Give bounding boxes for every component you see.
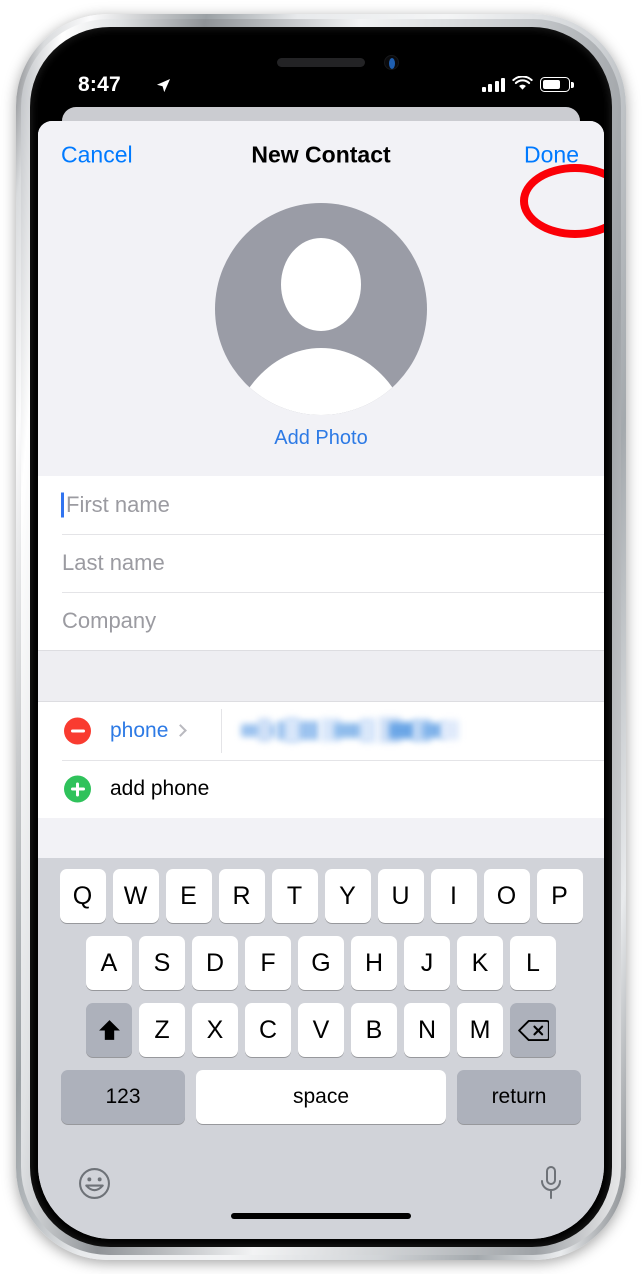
add-photo-button[interactable]: Add Photo xyxy=(274,427,367,450)
battery-icon xyxy=(540,76,574,92)
key-b[interactable]: B xyxy=(351,1003,397,1057)
key-l[interactable]: L xyxy=(510,936,556,990)
navigation-bar: Cancel New Contact Done xyxy=(38,121,604,189)
keyboard-row-4: 123 space return xyxy=(38,1070,604,1124)
add-phone-label: add phone xyxy=(110,777,210,800)
keyboard-row-1: Q W E R T Y U I O P xyxy=(38,869,604,923)
field-divider xyxy=(221,709,222,753)
key-t[interactable]: T xyxy=(271,869,318,923)
key-z[interactable]: Z xyxy=(139,1003,185,1057)
text-cursor xyxy=(61,492,64,518)
photo-section: Add Photo xyxy=(38,203,604,476)
key-f[interactable]: F xyxy=(245,936,291,990)
emoji-smiley-icon[interactable] xyxy=(78,1167,111,1200)
cancel-button[interactable]: Cancel xyxy=(61,142,133,169)
first-name-placeholder: First name xyxy=(66,492,170,517)
key-p[interactable]: P xyxy=(536,869,583,923)
add-phone-row[interactable]: add phone xyxy=(38,760,604,818)
screenshot-stage: 8:47 Cancel New Contact Done Add Photo F… xyxy=(0,0,642,1274)
keyboard-bottom-bar xyxy=(38,1153,604,1239)
status-bar: 8:47 xyxy=(38,69,604,103)
cellular-signal-icon xyxy=(481,77,505,92)
status-time: 8:47 xyxy=(78,73,121,96)
plus-circle-icon[interactable] xyxy=(64,775,91,803)
phone-screen: 8:47 Cancel New Contact Done Add Photo F… xyxy=(38,35,604,1239)
key-w[interactable]: W xyxy=(112,869,159,923)
key-e[interactable]: E xyxy=(165,869,212,923)
key-j[interactable]: J xyxy=(404,936,450,990)
microphone-icon[interactable] xyxy=(538,1165,564,1201)
shift-key[interactable] xyxy=(86,1003,132,1057)
front-camera-icon xyxy=(384,55,399,70)
last-name-placeholder: Last name xyxy=(62,550,165,575)
return-key[interactable]: return xyxy=(457,1070,581,1124)
phone-number-redacted[interactable] xyxy=(241,716,473,746)
minus-circle-icon[interactable] xyxy=(64,717,91,745)
company-field[interactable]: Company xyxy=(38,592,604,650)
shift-arrow-icon xyxy=(98,1019,120,1040)
section-separator xyxy=(38,650,604,702)
key-o[interactable]: O xyxy=(483,869,530,923)
company-placeholder: Company xyxy=(62,608,157,633)
key-y[interactable]: Y xyxy=(324,869,371,923)
keyboard-row-2: A S D F G H J K L xyxy=(38,936,604,990)
key-c[interactable]: C xyxy=(245,1003,291,1057)
key-n[interactable]: N xyxy=(404,1003,450,1057)
phone-group: phone add phone xyxy=(38,702,604,818)
new-contact-sheet: Cancel New Contact Done Add Photo First … xyxy=(38,121,604,1239)
key-a[interactable]: A xyxy=(86,936,132,990)
name-fields-group: First name Last name Company xyxy=(38,476,604,650)
key-m[interactable]: M xyxy=(457,1003,503,1057)
phone-label: phone xyxy=(110,719,169,742)
numbers-key[interactable]: 123 xyxy=(61,1070,185,1124)
avatar-head xyxy=(281,238,361,331)
key-d[interactable]: D xyxy=(192,936,238,990)
key-i[interactable]: I xyxy=(430,869,477,923)
location-arrow-icon xyxy=(156,78,171,93)
wifi-icon xyxy=(512,76,533,90)
onscreen-keyboard: Q W E R T Y U I O P A S D F G H J K L Z … xyxy=(38,858,604,1239)
key-x[interactable]: X xyxy=(192,1003,238,1057)
first-name-field[interactable]: First name xyxy=(38,476,604,534)
space-key[interactable]: space xyxy=(196,1070,446,1124)
key-u[interactable]: U xyxy=(377,869,424,923)
person-placeholder-icon[interactable] xyxy=(215,203,427,415)
page-title: New Contact xyxy=(251,141,391,168)
keyboard-row-3: Z X C V B N M xyxy=(38,1003,604,1057)
earpiece-speaker xyxy=(277,58,365,67)
avatar-body xyxy=(226,348,416,415)
key-g[interactable]: G xyxy=(298,936,344,990)
last-name-field[interactable]: Last name xyxy=(38,534,604,592)
chevron-right-icon xyxy=(174,724,188,737)
key-q[interactable]: Q xyxy=(59,869,106,923)
backspace-key[interactable] xyxy=(510,1003,556,1057)
home-indicator[interactable] xyxy=(231,1213,411,1219)
backspace-icon xyxy=(517,1019,549,1041)
key-s[interactable]: S xyxy=(139,936,185,990)
key-v[interactable]: V xyxy=(298,1003,344,1057)
phone-row[interactable]: phone xyxy=(38,702,604,760)
key-h[interactable]: H xyxy=(351,936,397,990)
key-k[interactable]: K xyxy=(457,936,503,990)
done-button[interactable]: Done xyxy=(524,142,579,169)
status-icons xyxy=(481,76,574,92)
key-r[interactable]: R xyxy=(218,869,265,923)
phone-label-group[interactable]: phone xyxy=(110,702,205,760)
